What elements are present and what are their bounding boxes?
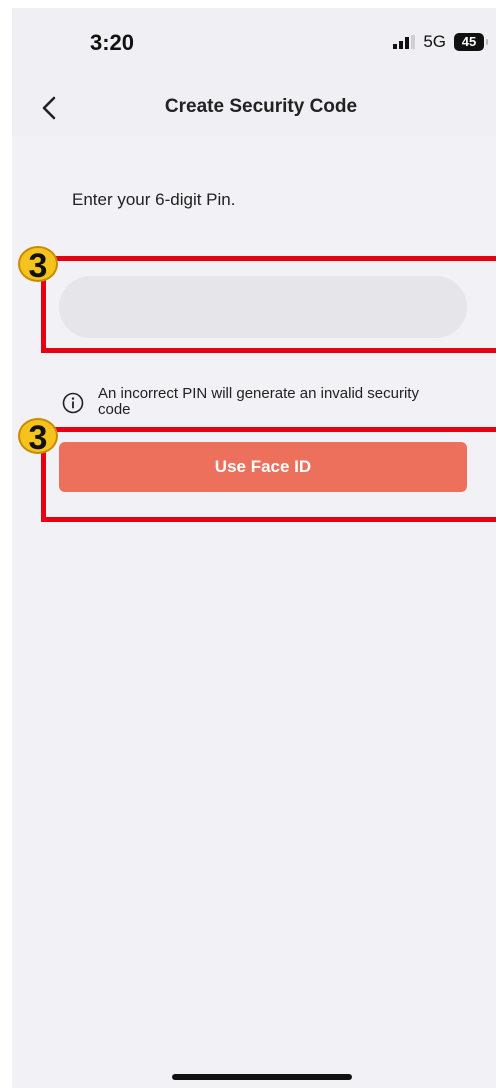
pin-prompt: Enter your 6-digit Pin. xyxy=(72,190,236,209)
page-title: Create Security Code xyxy=(164,96,358,117)
invalid-pin-warning: An incorrect PIN will generate an invali… xyxy=(98,385,419,418)
annotation-box-pin xyxy=(41,256,496,353)
info-row: An incorrect PIN will generate an invali… xyxy=(62,386,428,418)
annotation-badge: 3 xyxy=(18,418,58,456)
annotation-badge: 3 xyxy=(18,246,58,284)
annotation-box-face-id xyxy=(41,427,496,522)
info-icon xyxy=(62,392,84,414)
battery-icon: 45 xyxy=(454,33,488,51)
home-indicator xyxy=(172,1074,352,1080)
status-bar: 3:20 5G 45 xyxy=(12,8,496,80)
network-label: 5G xyxy=(423,32,446,51)
status-time: 3:20 xyxy=(90,30,135,55)
status-indicators: 5G 45 xyxy=(393,32,488,52)
signal-icon xyxy=(393,35,416,49)
nav-bar: Create Security Code xyxy=(12,80,496,136)
security-code-screen: 3:20 5G 45 Create Security Code Enter yo… xyxy=(12,8,496,1088)
